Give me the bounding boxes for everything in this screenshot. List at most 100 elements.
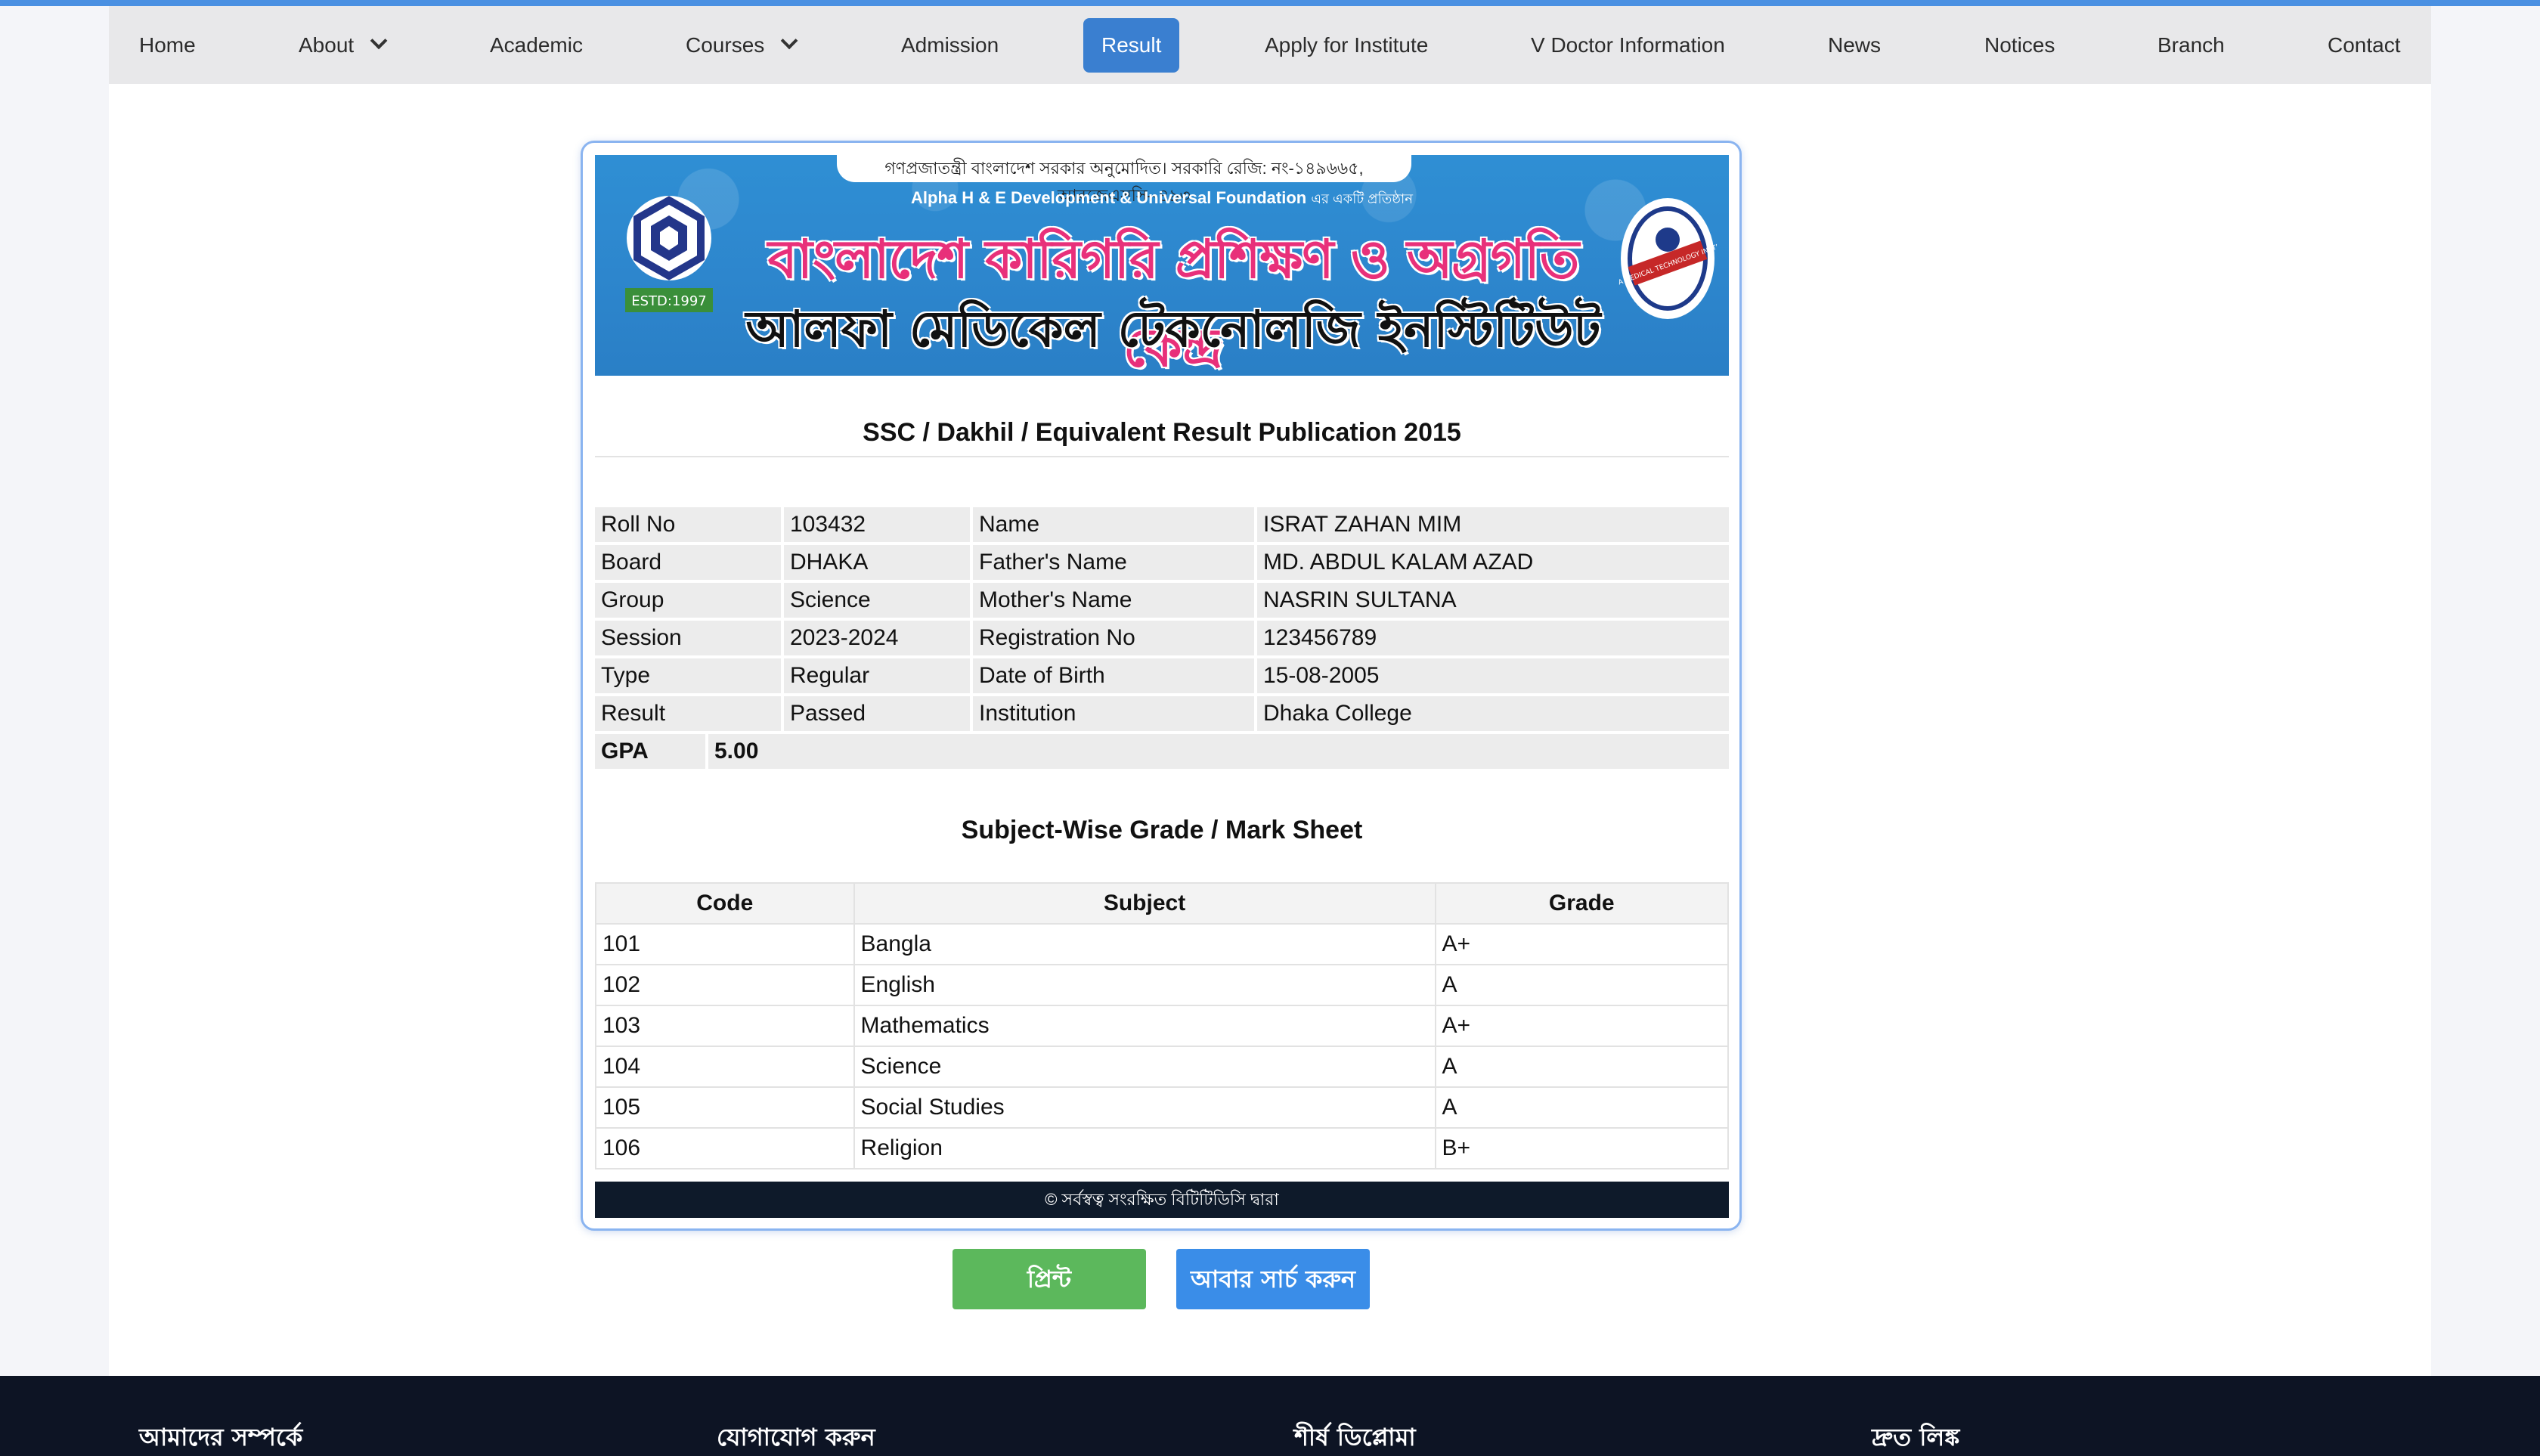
nav-about-label: About bbox=[299, 33, 355, 57]
info-label: Board bbox=[595, 545, 781, 580]
print-button[interactable]: প্রিন্ট bbox=[952, 1249, 1146, 1309]
info-row: Result Passed Institution Dhaka College bbox=[595, 696, 1729, 734]
nav-contact[interactable]: Contact bbox=[2328, 18, 2401, 73]
subject-name: English bbox=[853, 964, 1436, 1006]
info-row: Type Regular Date of Birth 15-08-2005 bbox=[595, 658, 1729, 696]
banner-subtitle: আলফা মেডিকেল টেকনোলজি ইনস্টিটিউট bbox=[745, 300, 1601, 358]
chevron-down-icon bbox=[370, 32, 388, 50]
nav-news[interactable]: News bbox=[1828, 18, 1881, 73]
nav-notices-label: Notices bbox=[1984, 33, 2055, 57]
nav-home-label: Home bbox=[139, 33, 196, 57]
nav-courses-label: Courses bbox=[686, 33, 765, 57]
footer-quicklinks-heading: দ্রুত লিঙ্ক bbox=[1872, 1423, 1960, 1451]
subject-grade: A bbox=[1434, 1046, 1729, 1088]
nav-admission[interactable]: Admission bbox=[901, 18, 999, 73]
subject-grade: A+ bbox=[1434, 923, 1729, 965]
registration-text: গণপ্রজাতন্ত্রী বাংলাদেশ সরকার অনুমোদিত। … bbox=[837, 155, 1411, 205]
estd-label: ESTD:1997 bbox=[631, 293, 707, 309]
subject-code: 103 bbox=[595, 1005, 855, 1047]
site-footer: আমাদের সম্পর্কে যোগাযোগ করুন শীর্ষ ডিপ্ল… bbox=[0, 1376, 2540, 1456]
gpa-row: GPA 5.00 bbox=[595, 734, 1729, 772]
info-label: Mother's Name bbox=[973, 583, 1254, 618]
nav-home[interactable]: Home bbox=[139, 18, 196, 73]
subject-code: 104 bbox=[595, 1046, 855, 1088]
subject-name: Mathematics bbox=[853, 1005, 1436, 1047]
gpa-value: 5.00 bbox=[708, 734, 1729, 769]
subject-grade: A bbox=[1434, 1086, 1729, 1129]
result-card: গণপ্রজাতন্ত্রী বাংলাদেশ সরকার অনুমোদিত। … bbox=[581, 141, 1742, 1231]
table-row: 102 English A bbox=[595, 964, 1729, 1006]
marksheet-table: Code Subject Grade 101 Bangla A+ 102 English… bbox=[595, 882, 1729, 1169]
info-label: Group bbox=[595, 583, 781, 618]
info-label: Type bbox=[595, 658, 781, 693]
subject-name: Bangla bbox=[853, 923, 1436, 965]
info-label: Registration No bbox=[973, 621, 1254, 655]
student-info-table: Roll No 103432 Name ISRAT ZAHAN MIM Board DHA… bbox=[595, 507, 1729, 772]
subject-code: 106 bbox=[595, 1127, 855, 1169]
subject-code: 101 bbox=[595, 923, 855, 965]
info-row: Roll No 103432 Name ISRAT ZAHAN MIM bbox=[595, 507, 1729, 545]
info-value: 123456789 bbox=[1257, 621, 1729, 655]
info-row: Group Science Mother's Name NASRIN SULTANA bbox=[595, 583, 1729, 621]
table-row: 104 Science A bbox=[595, 1046, 1729, 1088]
footer-contact-heading: যোগাযোগ করুন bbox=[717, 1423, 875, 1451]
marksheet-heading: Subject-Wise Grade / Mark Sheet bbox=[961, 816, 1363, 844]
info-value: Passed bbox=[784, 696, 970, 731]
nav-notices[interactable]: Notices bbox=[1984, 18, 2055, 73]
chevron-down-icon bbox=[781, 32, 798, 50]
nav-apply-label: Apply for Institute bbox=[1265, 33, 1429, 57]
column-header: Subject bbox=[853, 882, 1436, 925]
info-label: Date of Birth bbox=[973, 658, 1254, 693]
gpa-label: GPA bbox=[595, 734, 705, 769]
info-label: Name bbox=[973, 507, 1254, 542]
subject-grade: A+ bbox=[1434, 1005, 1729, 1047]
table-row: 101 Bangla A+ bbox=[595, 923, 1729, 965]
foundation-suffix: এর একটি প্রতিষ্ঠান bbox=[1311, 191, 1413, 206]
info-row: Board DHAKA Father's Name MD. ABDUL KALAM A… bbox=[595, 545, 1729, 583]
info-row: Session 2023-2024 Registration No 123456789 bbox=[595, 621, 1729, 658]
nav-result[interactable]: Result bbox=[1083, 18, 1180, 73]
table-row: 105 Social Studies A bbox=[595, 1086, 1729, 1129]
subject-code: 102 bbox=[595, 964, 855, 1006]
nav-about[interactable]: About bbox=[299, 18, 388, 73]
search-again-button[interactable]: আবার সার্চ করুন bbox=[1176, 1249, 1370, 1309]
nav-v-doctor[interactable]: V Doctor Information bbox=[1531, 18, 1725, 73]
nav-branch[interactable]: Branch bbox=[2157, 18, 2225, 73]
copyright-bar: © সর্বস্বত্ব সংরক্ষিত বিটিটিডিসি দ্বারা bbox=[595, 1182, 1729, 1218]
info-value: Dhaka College bbox=[1257, 696, 1729, 731]
nav-vdoctor-label: V Doctor Information bbox=[1531, 33, 1725, 57]
subject-code: 105 bbox=[595, 1086, 855, 1129]
main-nav: Home About Academic Courses Admission Re… bbox=[109, 6, 2431, 84]
info-label: Roll No bbox=[595, 507, 781, 542]
institute-logo-right: ALPHA MEDICAL TECHNOLOGY INSTITUTE bbox=[1618, 198, 1717, 319]
nav-courses[interactable]: Courses bbox=[686, 18, 798, 73]
nav-branch-label: Branch bbox=[2157, 33, 2225, 57]
info-value: NASRIN SULTANA bbox=[1257, 583, 1729, 618]
subject-grade: B+ bbox=[1434, 1127, 1729, 1169]
foundation-text: Alpha H & E Development & Universal Foun… bbox=[595, 188, 1729, 212]
info-value: 15-08-2005 bbox=[1257, 658, 1729, 693]
nav-academic-label: Academic bbox=[490, 33, 583, 57]
info-value: Regular bbox=[784, 658, 970, 693]
info-label: Result bbox=[595, 696, 781, 731]
subject-name: Science bbox=[853, 1046, 1436, 1088]
table-row: 103 Mathematics A+ bbox=[595, 1005, 1729, 1047]
info-value: MD. ABDUL KALAM AZAD bbox=[1257, 545, 1729, 580]
table-header-row: Code Subject Grade bbox=[595, 882, 1729, 925]
foundation-name: Alpha H & E Development & Universal Foun… bbox=[911, 188, 1307, 207]
nav-apply-institute[interactable]: Apply for Institute bbox=[1265, 18, 1428, 73]
nav-academic[interactable]: Academic bbox=[490, 18, 583, 73]
nav-result-label: Result bbox=[1101, 33, 1162, 57]
info-value: 2023-2024 bbox=[784, 621, 970, 655]
info-value: DHAKA bbox=[784, 545, 970, 580]
info-label: Institution bbox=[973, 696, 1254, 731]
info-value: 103432 bbox=[784, 507, 970, 542]
info-value: ISRAT ZAHAN MIM bbox=[1257, 507, 1729, 542]
institute-banner: গণপ্রজাতন্ত্রী বাংলাদেশ সরকার অনুমোদিত। … bbox=[595, 155, 1729, 376]
nav-contact-label: Contact bbox=[2328, 33, 2401, 57]
subject-name: Social Studies bbox=[853, 1086, 1436, 1129]
result-heading: SSC / Dakhil / Equivalent Result Publica… bbox=[863, 418, 1461, 447]
heading-divider bbox=[595, 456, 1729, 457]
nav-news-label: News bbox=[1828, 33, 1882, 57]
footer-about-heading: আমাদের সম্পর্কে bbox=[139, 1423, 303, 1451]
